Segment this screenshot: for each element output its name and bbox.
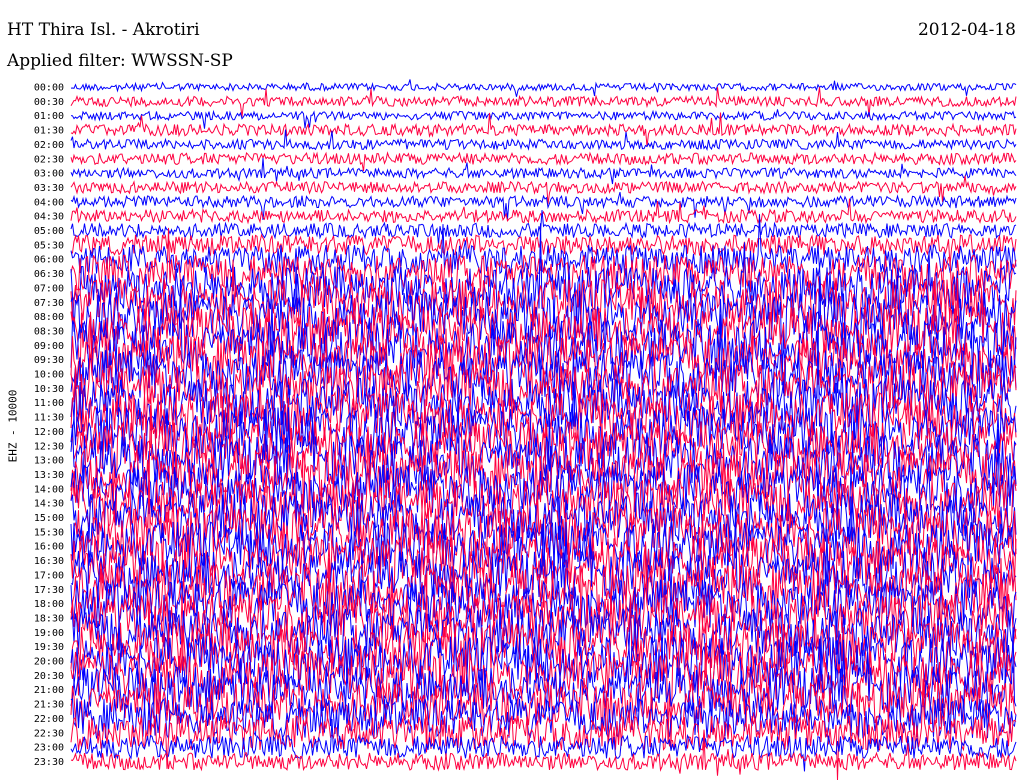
time-tick-label: 10:30	[34, 384, 64, 395]
time-tick-label: 11:00	[34, 398, 64, 409]
time-tick-label: 17:30	[34, 585, 64, 596]
time-tick-label: 03:00	[34, 169, 64, 180]
time-tick-label: 10:00	[34, 370, 64, 381]
time-tick-label: 06:00	[34, 255, 64, 266]
time-tick-label: 20:30	[34, 671, 64, 682]
time-tick-label: 12:00	[34, 427, 64, 438]
time-tick-label: 15:00	[34, 513, 64, 524]
time-tick-label: 14:00	[34, 484, 64, 495]
time-tick-label: 06:30	[34, 269, 64, 280]
time-tick-label: 22:30	[34, 728, 64, 739]
time-tick-label: 04:00	[34, 197, 64, 208]
time-tick-label: 14:30	[34, 499, 64, 510]
time-tick-label: 04:30	[34, 212, 64, 223]
time-tick-label: 03:30	[34, 183, 64, 194]
time-tick-label: 21:00	[34, 685, 64, 696]
time-tick-label: 23:30	[34, 757, 64, 768]
trace-row-0100	[70, 109, 1017, 129]
time-tick-label: 18:00	[34, 599, 64, 610]
trace-row-0230	[70, 151, 1017, 171]
time-tick-label: 16:00	[34, 542, 64, 553]
time-tick-label: 18:30	[34, 613, 64, 624]
time-tick-label: 09:00	[34, 341, 64, 352]
time-tick-label: 08:30	[34, 326, 64, 337]
time-tick-label: 00:00	[34, 83, 64, 94]
trace-row-0030	[70, 87, 1017, 117]
time-tick-label: 13:30	[34, 470, 64, 481]
time-tick-label: 07:00	[34, 283, 64, 294]
time-tick-label: 01:30	[34, 126, 64, 137]
time-tick-label: 13:00	[34, 456, 64, 467]
time-tick-label: 02:30	[34, 154, 64, 165]
time-tick-label: 01:00	[34, 111, 64, 122]
time-tick-label: 02:00	[34, 140, 64, 151]
time-tick-label: 11:30	[34, 413, 64, 424]
time-tick-label: 07:30	[34, 298, 64, 309]
time-tick-label: 12:30	[34, 441, 64, 452]
time-tick-label: 22:00	[34, 714, 64, 725]
trace-row-0000	[70, 79, 1017, 97]
trace-group	[70, 79, 1017, 780]
time-labels: 00:00 00:30 01:00 01:30 02:00 02:30 03:00 03:30…	[34, 83, 64, 768]
time-tick-label: 20:00	[34, 657, 64, 668]
time-tick-label: 08:00	[34, 312, 64, 323]
seismogram-plot: 00:00 00:30 01:00 01:30 02:00 02:30 03:00 03:30…	[34, 79, 1017, 780]
time-tick-label: 05:30	[34, 240, 64, 251]
time-tick-label: 16:30	[34, 556, 64, 567]
time-tick-label: 15:30	[34, 527, 64, 538]
time-tick-label: 21:30	[34, 700, 64, 711]
time-tick-label: 05:00	[34, 226, 64, 237]
time-tick-label: 23:00	[34, 743, 64, 754]
time-tick-label: 19:00	[34, 628, 64, 639]
time-tick-label: 19:30	[34, 642, 64, 653]
helicorder-chart: HT Thira Isl. - Akrotiri 2012-04-18 Appl…	[0, 0, 1024, 780]
time-tick-label: 09:30	[34, 355, 64, 366]
time-tick-label: 17:00	[34, 570, 64, 581]
time-tick-label: 00:30	[34, 97, 64, 108]
